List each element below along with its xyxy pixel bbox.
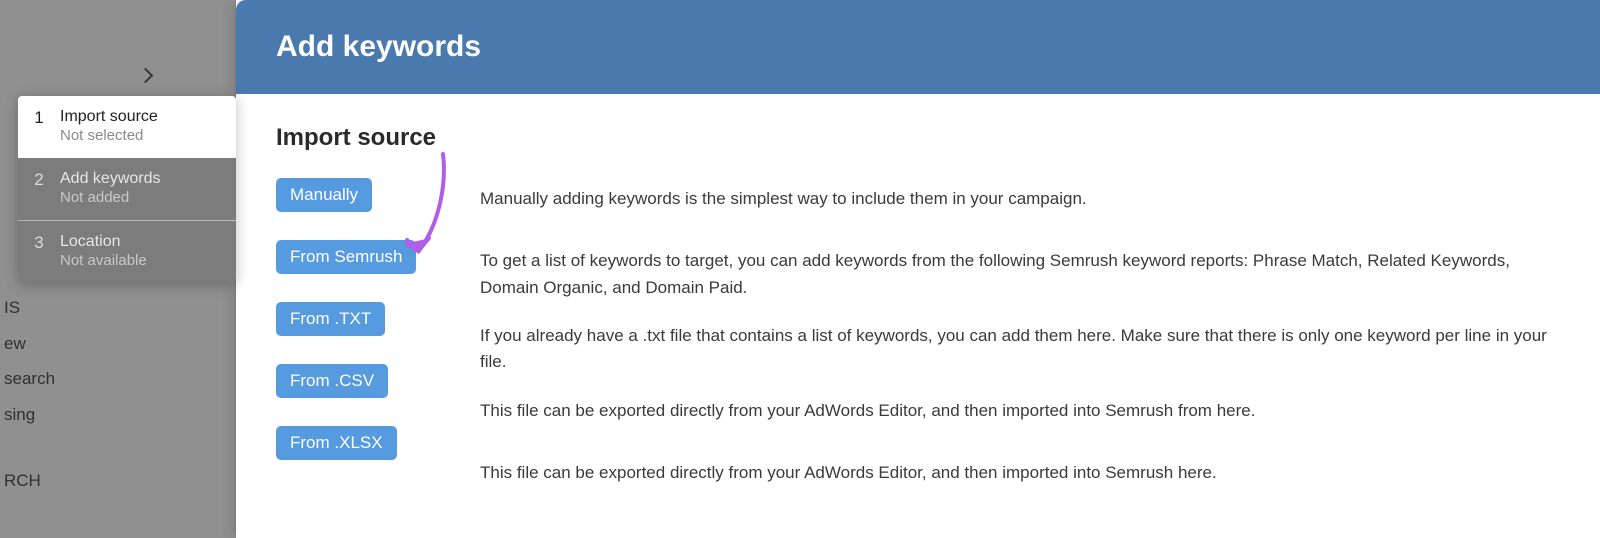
import-descriptions-column: Manually adding keywords is the simplest… — [480, 186, 1570, 486]
option-from-csv-description: This file can be exported directly from … — [480, 398, 1570, 424]
option-from-semrush-description: To get a list of keywords to target, you… — [480, 248, 1570, 301]
step-subtitle: Not available — [60, 252, 147, 269]
modal-header: Add keywords — [236, 0, 1600, 94]
option-from-txt-button[interactable]: From .TXT — [276, 302, 385, 336]
option-from-semrush-button[interactable]: From Semrush — [276, 240, 416, 274]
step-3-location[interactable]: 3 Location Not available — [18, 221, 236, 283]
option-from-txt-description: If you already have a .txt file that con… — [480, 323, 1570, 376]
modal-title: Add keywords — [276, 30, 481, 64]
step-1-import-source[interactable]: 1 Import source Not selected — [18, 96, 236, 158]
step-title: Location — [60, 233, 147, 251]
option-from-csv-button[interactable]: From .CSV — [276, 364, 388, 398]
section-title-import-source: Import source — [276, 124, 436, 152]
step-number: 3 — [32, 233, 46, 253]
step-title: Add keywords — [60, 170, 161, 188]
step-number: 2 — [32, 170, 46, 190]
option-from-xlsx-description: This file can be exported directly from … — [480, 460, 1570, 486]
step-title: Import source — [60, 108, 158, 126]
option-from-xlsx-button[interactable]: From .XLSX — [276, 426, 397, 460]
step-subtitle: Not selected — [60, 127, 158, 144]
step-2-add-keywords[interactable]: 2 Add keywords Not added — [18, 158, 236, 220]
step-subtitle: Not added — [60, 189, 161, 206]
add-keywords-modal: Add keywords Import source Manually From… — [236, 0, 1600, 538]
wizard-stepper: 1 Import source Not selected 2 Add keywo… — [18, 96, 236, 283]
option-manually-description: Manually adding keywords is the simplest… — [480, 186, 1570, 212]
import-options-column: Manually From Semrush From .TXT From .CS… — [276, 178, 426, 488]
step-number: 1 — [32, 108, 46, 128]
option-manually-button[interactable]: Manually — [276, 178, 372, 212]
